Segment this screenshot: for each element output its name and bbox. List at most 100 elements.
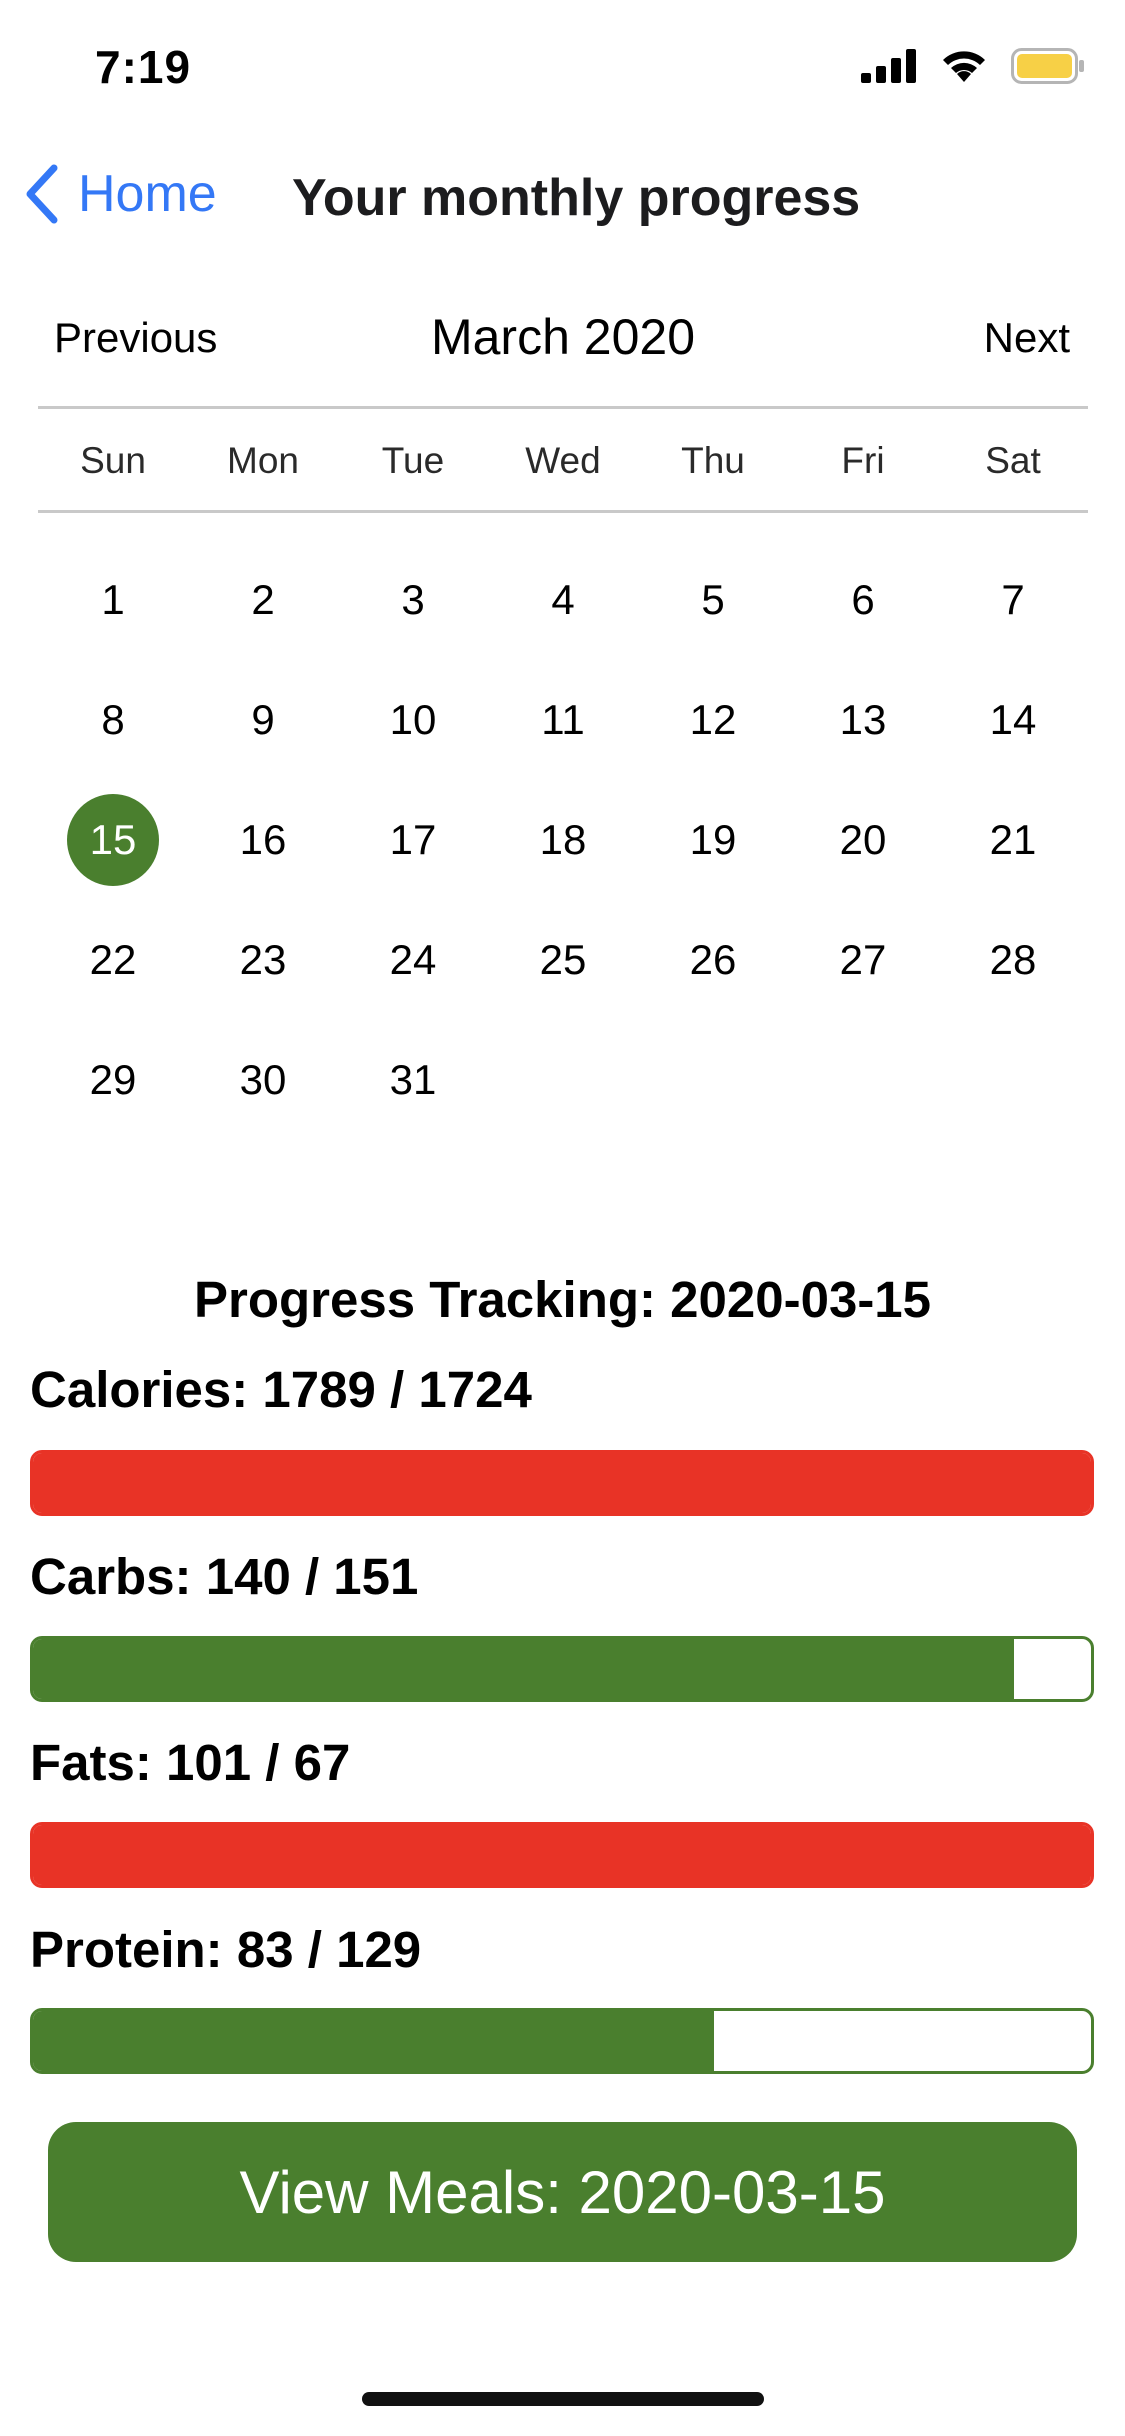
calendar-day[interactable]: 28 [938, 900, 1088, 1020]
calendar-day[interactable]: 4 [488, 540, 638, 660]
calendar-day[interactable]: 1 [38, 540, 188, 660]
calendar-day-number: 3 [401, 576, 425, 623]
calendar-day[interactable]: 21 [938, 780, 1088, 900]
weekday-label: Thu [681, 440, 745, 481]
calendar-day[interactable]: 19 [638, 780, 788, 900]
wifi-icon [943, 51, 985, 82]
calendar-day-number: 22 [89, 936, 137, 983]
calendar-header: Previous March 2020 Next [38, 300, 1088, 380]
home-indicator[interactable] [362, 2392, 764, 2406]
calendar-day-number: 17 [389, 816, 437, 863]
calendar-day-number: 26 [689, 936, 737, 983]
nav-bar: Home Your monthly progress [0, 150, 1125, 250]
calendar-day[interactable]: 26 [638, 900, 788, 1020]
cellular-signal-icon [861, 49, 916, 83]
weekday-label: Tue [381, 440, 445, 481]
calendar-day[interactable]: 9 [188, 660, 338, 780]
weekday-label: Sat [985, 440, 1041, 481]
calendar-day-number: 20 [839, 816, 887, 863]
carbs-progress-bar [30, 1636, 1094, 1702]
calendar-divider-top [38, 406, 1088, 409]
weekday-label: Fri [841, 440, 885, 481]
calendar-day[interactable]: 12 [638, 660, 788, 780]
view-meals-button[interactable]: View Meals: 2020-03-15 [48, 2122, 1077, 2262]
calendar-day[interactable]: 11 [488, 660, 638, 780]
calendar-day[interactable]: 22 [38, 900, 188, 1020]
calendar-day[interactable]: 7 [938, 540, 1088, 660]
protein-progress-bar [30, 2008, 1094, 2074]
calendar-day-number: 15 [67, 794, 159, 886]
fats-label: Fats: 101 / 67 [30, 1734, 351, 1791]
weekday-row: Sun Mon Tue Wed Thu Fri Sat [38, 440, 1088, 482]
weekday-label: Mon [227, 440, 299, 481]
page-title: Your monthly progress [292, 169, 861, 227]
calendar-day-number: 14 [989, 696, 1037, 743]
chevron-left-icon [26, 164, 58, 224]
calendar-day-number: 19 [689, 816, 737, 863]
calendar-day[interactable]: 10 [338, 660, 488, 780]
calendar-day-number: 28 [989, 936, 1037, 983]
calendar-day-number: 16 [239, 816, 287, 863]
calendar-day[interactable]: 29 [38, 1020, 188, 1140]
protein-progress-fill [33, 2011, 714, 2071]
calendar-day[interactable]: 16 [188, 780, 338, 900]
calendar-day-number: 6 [851, 576, 875, 623]
next-month-button[interactable]: Next [984, 314, 1070, 362]
calendar-day-selected[interactable]: 15 [38, 780, 188, 900]
calendar-day-number: 11 [541, 696, 585, 743]
calendar-day-number: 12 [689, 696, 737, 743]
calendar-day[interactable]: 25 [488, 900, 638, 1020]
calendar-day[interactable]: 2 [188, 540, 338, 660]
calendar-day-number: 2 [251, 576, 275, 623]
battery-icon [1011, 48, 1084, 84]
weekday-label: Wed [525, 440, 601, 481]
weekday-label: Sun [80, 440, 146, 481]
calendar-days-grid: 1 2 3 4 5 6 7 8 9 10 11 12 13 14 15 16 17 18 19 20 21 22 23 24 2… [38, 540, 1088, 1140]
calories-progress-bar [30, 1450, 1094, 1516]
calendar-day-number: 8 [101, 696, 125, 743]
calendar-day[interactable]: 17 [338, 780, 488, 900]
calendar-day[interactable]: 6 [788, 540, 938, 660]
calendar-day-number: 1 [101, 576, 125, 623]
calories-progress-fill [33, 1453, 1091, 1513]
calendar-day[interactable]: 8 [38, 660, 188, 780]
back-button-label: Home [78, 165, 217, 223]
protein-label: Protein: 83 / 129 [30, 1921, 422, 1978]
calendar-day[interactable]: 31 [338, 1020, 488, 1140]
calendar-day-number: 4 [551, 576, 575, 623]
calories-label: Calories: 1789 / 1724 [30, 1361, 532, 1418]
status-time: 7:19 [95, 41, 192, 93]
calendar-day[interactable]: 18 [488, 780, 638, 900]
calendar-day-number: 5 [701, 576, 725, 623]
calendar-day-number: 24 [389, 936, 437, 983]
calendar-day[interactable]: 3 [338, 540, 488, 660]
calendar-day-number: 27 [839, 936, 887, 983]
calendar-day[interactable]: 24 [338, 900, 488, 1020]
calendar-divider-bottom [38, 510, 1088, 513]
calendar-day-number: 7 [1001, 576, 1025, 623]
calendar-day-number: 18 [539, 816, 587, 863]
calendar-day[interactable]: 5 [638, 540, 788, 660]
calendar-day-number: 10 [389, 696, 437, 743]
calendar-day-number: 9 [251, 696, 275, 743]
calendar-day-number: 21 [989, 816, 1037, 863]
calendar-day-number: 31 [389, 1056, 437, 1103]
progress-title: Progress Tracking: 2020-03-15 [193, 1271, 932, 1328]
carbs-label: Carbs: 140 / 151 [30, 1548, 419, 1605]
calendar-day-number: 25 [539, 936, 587, 983]
calendar-day-number: 30 [239, 1056, 287, 1103]
calendar-day-number: 23 [239, 936, 287, 983]
calendar-day[interactable]: 23 [188, 900, 338, 1020]
back-button[interactable]: Home [24, 164, 217, 224]
calendar-day[interactable]: 30 [188, 1020, 338, 1140]
calendar-day[interactable]: 14 [938, 660, 1088, 780]
carbs-progress-fill [33, 1639, 1014, 1699]
calendar-day[interactable]: 20 [788, 780, 938, 900]
previous-month-button[interactable]: Previous [54, 314, 217, 362]
calendar-day[interactable]: 27 [788, 900, 938, 1020]
status-icons [861, 48, 1085, 84]
calendar-day[interactable]: 13 [788, 660, 938, 780]
fats-progress-bar [30, 1822, 1094, 1888]
calendar-day-number: 13 [839, 696, 887, 743]
fats-progress-fill [33, 1825, 1091, 1885]
